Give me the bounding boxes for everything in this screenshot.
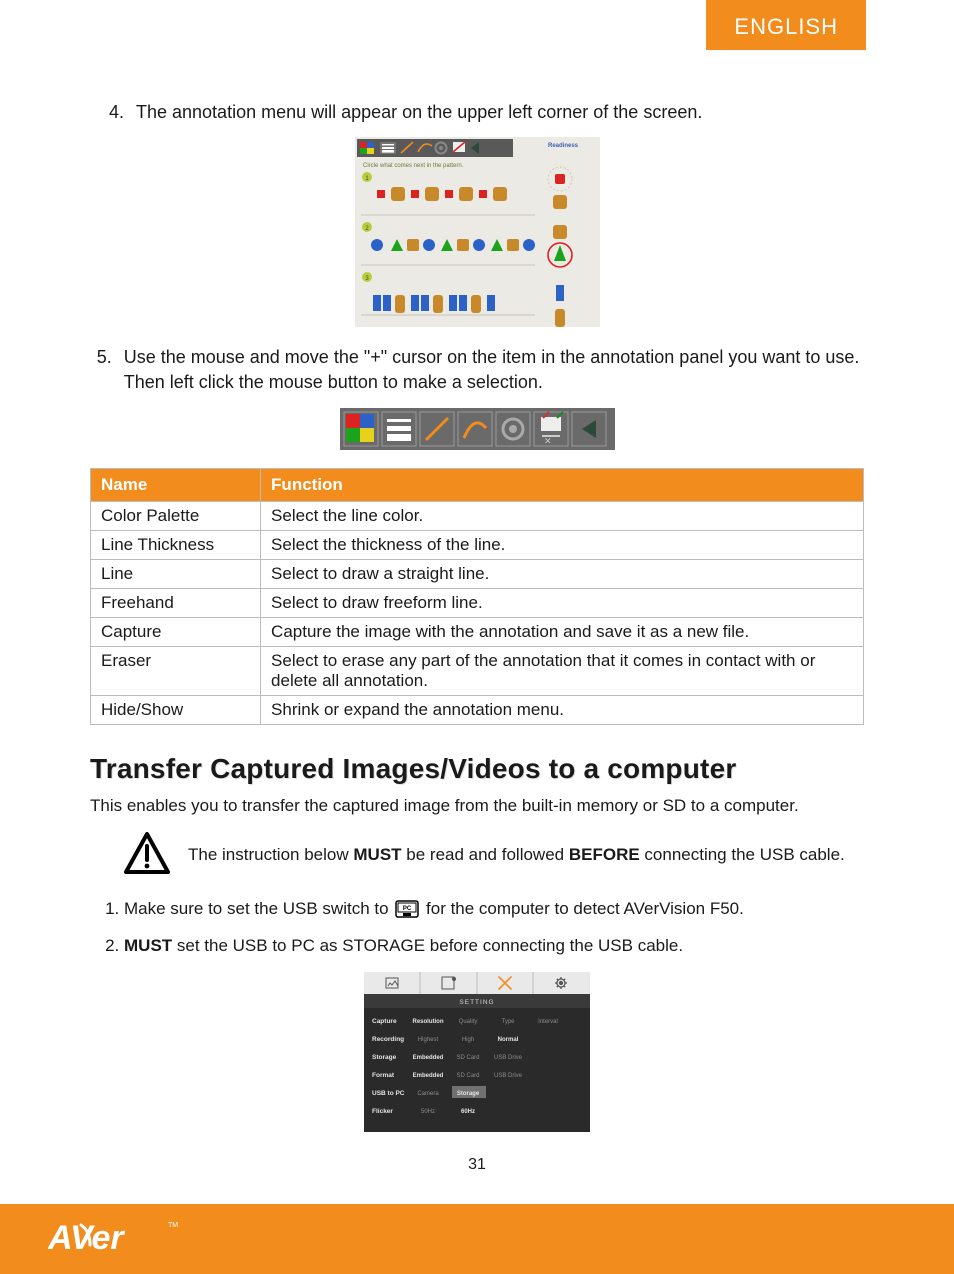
figure-settings-panel: SETTING Capture Resolution Quality Type Inte… [90,972,864,1132]
aver-logo: AVer TM [48,1215,198,1264]
svg-text:USB to PC: USB to PC [372,1090,405,1097]
annotation-function-table: Name Function Color PaletteSelect the li… [90,468,864,725]
svg-text:Recording: Recording [372,1036,404,1043]
svg-text:Type: Type [501,1019,515,1025]
table-cell: Hide/Show [91,695,261,724]
step-number: 4. [90,100,124,125]
pusb-switch-icon: PC [395,900,419,918]
svg-text:PC: PC [403,906,412,912]
table-cell: Color Palette [91,501,261,530]
svg-text:Normal: Normal [498,1037,519,1043]
transfer-intro: This enables you to transfer the capture… [90,795,864,818]
table-cell: Select the line color. [261,501,864,530]
svg-text:High: High [462,1037,474,1043]
svg-text:Embedded: Embedded [413,1073,444,1079]
step-text: Use the mouse and move the "+" cursor on… [124,345,864,395]
svg-text:Flicker: Flicker [372,1108,393,1115]
table-cell: Select to erase any part of the annotati… [261,646,864,695]
page-number: 31 [90,1156,864,1174]
svg-text:USB Drive: USB Drive [494,1073,523,1079]
svg-text:TM: TM [168,1222,178,1229]
table-cell: Freehand [91,588,261,617]
readiness-label: Readiness [548,143,579,149]
svg-text:USB Drive: USB Drive [494,1055,523,1061]
heading-transfer: Transfer Captured Images/Videos to a com… [90,753,864,785]
transfer-step-2: MUST set the USB to PC as STORAGE before… [124,934,864,958]
table-row: Line ThicknessSelect the thickness of th… [91,530,864,559]
transfer-step-1: Make sure to set the USB switch to PC fo… [124,897,864,921]
figure-annotation-toolbar: ✕ [90,408,864,450]
svg-text:AVer: AVer [48,1219,125,1257]
table-row: FreehandSelect to draw freeform line. [91,588,864,617]
svg-text:Capture: Capture [372,1018,397,1025]
svg-text:Storage: Storage [372,1054,397,1061]
table-cell: Line Thickness [91,530,261,559]
table-cell: Line [91,559,261,588]
figure-annotation-screen: Circle what comes next in the pattern. R… [90,137,864,327]
svg-text:SD Card: SD Card [456,1073,479,1079]
svg-text:Storage: Storage [457,1091,480,1097]
table-cell: Eraser [91,646,261,695]
svg-text:Interval: Interval [538,1019,558,1025]
table-cell: Capture [91,617,261,646]
table-row: CaptureCapture the image with the annota… [91,617,864,646]
table-cell: Shrink or expand the annotation menu. [261,695,864,724]
svg-text:Quality: Quality [459,1019,478,1025]
svg-text:Embedded: Embedded [413,1055,444,1061]
table-row: EraserSelect to erase any part of the an… [91,646,864,695]
svg-text:Resolution: Resolution [413,1019,444,1025]
page-footer: AVer TM [0,1204,954,1274]
svg-text:SETTING: SETTING [459,999,494,1006]
svg-text:SD Card: SD Card [456,1055,479,1061]
step-number: 5. [90,345,112,395]
table-cell: Select to draw freeform line. [261,588,864,617]
table-header-function: Function [261,468,864,501]
svg-text:Highest: Highest [418,1037,439,1043]
svg-text:50Hz: 50Hz [421,1109,435,1115]
table-row: Hide/ShowShrink or expand the annotation… [91,695,864,724]
svg-text:Camera: Camera [417,1091,439,1097]
svg-text:60Hz: 60Hz [461,1109,475,1115]
warning-icon [124,832,170,879]
table-cell: Select the thickness of the line. [261,530,864,559]
language-tab: ENGLISH [706,0,866,50]
table-cell: Select to draw a straight line. [261,559,864,588]
table-cell: Capture the image with the annotation an… [261,617,864,646]
table-row: Color PaletteSelect the line color. [91,501,864,530]
svg-text:✕: ✕ [544,436,552,446]
worksheet-caption: Circle what comes next in the pattern. [363,163,464,169]
svg-text:Format: Format [372,1072,395,1079]
table-row: LineSelect to draw a straight line. [91,559,864,588]
table-header-name: Name [91,468,261,501]
step-text: The annotation menu will appear on the u… [136,100,702,125]
warning-text: The instruction below MUST be read and f… [188,844,845,867]
